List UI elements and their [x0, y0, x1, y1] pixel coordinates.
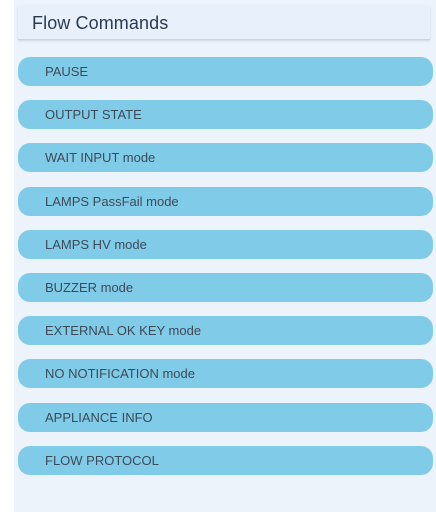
- flow-protocol-button[interactable]: FLOW PROTOCOL: [18, 445, 433, 475]
- buzzer-mode-button[interactable]: BUZZER mode: [18, 272, 433, 302]
- command-label: PAUSE: [45, 64, 89, 79]
- panel-title: Flow Commands: [32, 13, 169, 33]
- output-state-button[interactable]: OUTPUT STATE: [18, 100, 433, 130]
- pause-button[interactable]: PAUSE: [18, 57, 433, 86]
- lamps-passfail-mode-button[interactable]: LAMPS PassFail mode: [18, 186, 433, 216]
- external-ok-key-mode-button[interactable]: EXTERNAL OK KEY mode: [18, 316, 433, 346]
- command-label: LAMPS HV mode: [45, 236, 147, 252]
- command-label: NO NOTIFICATION mode: [45, 366, 195, 382]
- flow-commands-panel: Flow Commands PAUSE OUTPUT STATE WAIT IN…: [14, 0, 436, 512]
- command-label: LAMPS PassFail mode: [45, 193, 179, 209]
- no-notification-mode-button[interactable]: NO NOTIFICATION mode: [18, 359, 433, 389]
- command-label: BUZZER mode: [45, 279, 134, 295]
- panel-header: Flow Commands: [18, 6, 430, 40]
- command-label: APPLIANCE INFO: [45, 409, 153, 425]
- command-list: PAUSE OUTPUT STATE WAIT INPUT mode LAMPS…: [18, 57, 433, 489]
- command-label: EXTERNAL OK KEY mode: [45, 323, 202, 339]
- command-label: FLOW PROTOCOL: [45, 452, 159, 468]
- command-label: WAIT INPUT mode: [45, 150, 156, 166]
- appliance-info-button[interactable]: APPLIANCE INFO: [18, 402, 433, 432]
- command-label: OUTPUT STATE: [45, 107, 142, 123]
- lamps-hv-mode-button[interactable]: LAMPS HV mode: [18, 229, 433, 259]
- wait-input-mode-button[interactable]: WAIT INPUT mode: [18, 143, 433, 173]
